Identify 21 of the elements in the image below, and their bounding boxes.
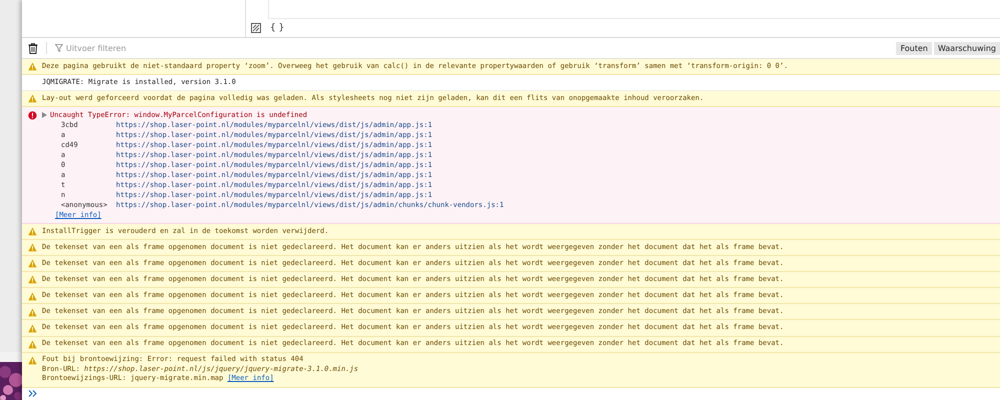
warning-icon [28,308,37,317]
warning-icon [28,259,37,268]
warning-icon [28,292,37,301]
filter-toggle[interactable]: Waarschuwing [934,42,1000,54]
trash-icon[interactable] [28,42,38,54]
warning-icon [28,62,37,72]
pretty-print-icon[interactable] [251,23,261,33]
warning-icon [28,340,37,349]
warning-icon [28,243,37,252]
warning-icon [28,94,37,104]
filter-toggle[interactable]: Fouten [896,42,932,54]
warning-icon [28,227,37,236]
warning-icon [28,356,37,365]
filter-field[interactable]: Uitvoer filteren [66,44,366,52]
error-icon [28,110,37,120]
pretty-print-label: { } [270,23,284,33]
prompt-icon[interactable] [28,390,37,398]
filter-icon [55,44,63,52]
warning-icon [28,324,37,333]
disclosure-triangle-icon[interactable] [42,112,47,118]
warning-icon [28,275,37,284]
